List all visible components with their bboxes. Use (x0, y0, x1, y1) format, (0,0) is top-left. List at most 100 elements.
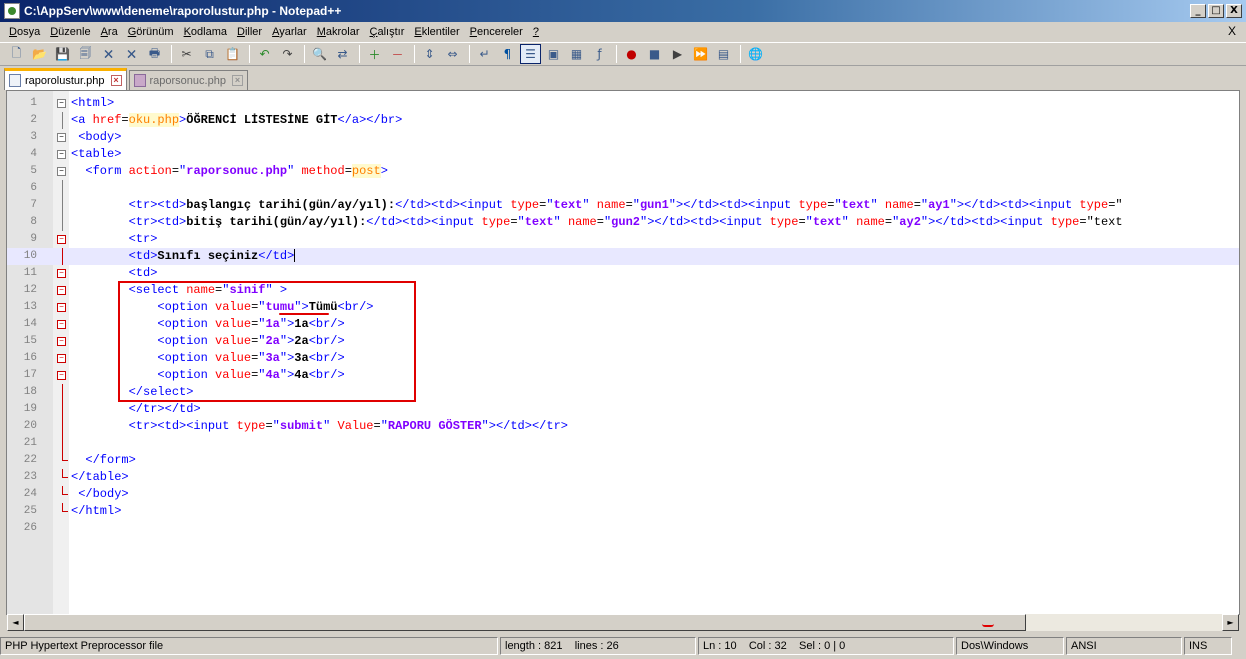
code-line[interactable]: 3 − <body> (7, 129, 1239, 146)
close-button[interactable]: X (1226, 4, 1242, 18)
fold-toggle-icon[interactable]: − (57, 354, 66, 363)
fold-toggle-icon[interactable]: − (57, 320, 66, 329)
replace-icon[interactable]: ⇄ (332, 44, 353, 64)
cut-icon[interactable]: ✂ (176, 44, 197, 64)
code-line[interactable]: 25 </html> (7, 503, 1239, 520)
fold-toggle-icon[interactable]: − (57, 371, 66, 380)
find-icon[interactable]: 🔍 (309, 44, 330, 64)
code-text[interactable]: <table> (71, 146, 121, 163)
code-line[interactable]: 16 − <option value="3a">3a<br/> (7, 350, 1239, 367)
code-line[interactable]: 4 − <table> (7, 146, 1239, 163)
record-macro-icon[interactable]: ● (621, 44, 642, 64)
menu-7[interactable]: Ayarlar (267, 23, 312, 41)
code-text[interactable]: </tr></td> (71, 401, 201, 418)
code-text[interactable]: </select> (71, 384, 194, 401)
menu-3[interactable]: Ara (96, 23, 123, 41)
scrollbar-thumb[interactable] (24, 614, 1026, 631)
tab-close-icon[interactable]: × (110, 75, 122, 86)
code-text[interactable]: <a href=oku.php>ÖĞRENCİ LİSTESİNE GİT</a… (71, 112, 402, 129)
user-defined-lang-icon[interactable]: ▣ (543, 44, 564, 64)
code-text[interactable]: <body> (71, 129, 121, 146)
code-text[interactable]: <option value="2a">2a<br/> (71, 333, 344, 350)
fold-toggle-icon[interactable]: − (57, 337, 66, 346)
menu-11[interactable]: Pencereler (465, 23, 528, 41)
print-icon[interactable]: 🖶 (144, 44, 165, 64)
launch-browser-icon[interactable]: 🌐 (745, 44, 766, 64)
code-line[interactable]: 7 <tr><td>başlangıç tarihi(gün/ay/yıl):<… (7, 197, 1239, 214)
code-text[interactable]: </form> (71, 452, 135, 469)
fold-toggle-icon[interactable]: − (57, 167, 66, 176)
code-text[interactable]: <option value="3a">3a<br/> (71, 350, 344, 367)
menu-5[interactable]: Kodlama (179, 23, 232, 41)
menu-6[interactable]: Diller (232, 23, 267, 41)
fold-toggle-icon[interactable]: − (57, 286, 66, 295)
undo-icon[interactable]: ↶ (254, 44, 275, 64)
code-text[interactable]: <select name="sinif" > (71, 282, 287, 299)
fold-toggle-icon[interactable]: − (57, 133, 66, 142)
menu-4[interactable]: Görünüm (123, 23, 179, 41)
code-line[interactable]: 12 − <select name="sinif" > (7, 282, 1239, 299)
doc-map-icon[interactable]: ▦ (566, 44, 587, 64)
code-text[interactable]: <td> (71, 265, 158, 282)
code-line[interactable]: 17 − <option value="4a">4a<br/> (7, 367, 1239, 384)
stop-macro-icon[interactable]: ■ (644, 44, 665, 64)
code-line[interactable]: 2 <a href=oku.php>ÖĞRENCİ LİSTESİNE GİT</… (7, 112, 1239, 129)
indent-guide-icon[interactable]: ☰ (520, 44, 541, 64)
play-macro-icon[interactable]: ▶ (667, 44, 688, 64)
code-text[interactable]: <option value="1a">1a<br/> (71, 316, 344, 333)
tab-raporolustur[interactable]: raporolustur.php × (4, 68, 127, 90)
copy-icon[interactable]: ⧉ (199, 44, 220, 64)
code-line[interactable]: 13− <option value="tumu">Tümü<br/> (7, 299, 1239, 316)
close-icon[interactable]: 🗙 (98, 44, 119, 64)
code-line[interactable]: 14 − <option value="1a">1a<br/> (7, 316, 1239, 333)
horizontal-scrollbar[interactable]: ◄ ► (7, 614, 1239, 631)
new-file-icon[interactable]: 🗋 (6, 44, 27, 64)
code-line[interactable]: 15 − <option value="2a">2a<br/> (7, 333, 1239, 350)
code-text[interactable]: <option value="4a">4a<br/> (71, 367, 344, 384)
menu-12[interactable]: ? (528, 23, 544, 41)
fold-toggle-icon[interactable]: − (57, 235, 66, 244)
maximize-button[interactable]: □ (1208, 4, 1224, 18)
menu-9[interactable]: Çalıştır (365, 23, 410, 41)
save-macro-icon[interactable]: ▤ (713, 44, 734, 64)
save-icon[interactable]: 💾 (52, 44, 73, 64)
code-line[interactable]: 20 <tr><td><input type="submit" Value="R… (7, 418, 1239, 435)
zoom-out-icon[interactable]: － (387, 44, 408, 64)
word-wrap-icon[interactable]: ↵ (474, 44, 495, 64)
code-line[interactable]: 21 (7, 435, 1239, 452)
code-text[interactable]: </table> (71, 469, 129, 486)
code-line[interactable]: 19 </tr></td> (7, 401, 1239, 418)
code-editor[interactable]: 1− <html> 2 <a href=oku.php>ÖĞRENCİ LİSTESİ… (6, 90, 1240, 615)
code-text[interactable]: <td>Sınıfı seçiniz</td> (71, 248, 296, 265)
fold-toggle-icon[interactable]: − (57, 150, 66, 159)
code-text[interactable]: <tr><td>başlangıç tarihi(gün/ay/yıl):</t… (71, 197, 1123, 214)
code-line[interactable]: 1 − <html> (7, 95, 1239, 112)
code-line[interactable]: 18 </select> (7, 384, 1239, 401)
sync-horizontal-icon[interactable]: ⇔ (442, 44, 463, 64)
code-line[interactable]: 11 − <td> (7, 265, 1239, 282)
menu-1[interactable]: Dosya (4, 23, 45, 41)
fold-toggle-icon[interactable]: − (57, 99, 66, 108)
code-line[interactable]: 26 (7, 520, 1239, 537)
code-text[interactable]: </body> (71, 486, 128, 503)
code-line[interactable]: 23 </table> (7, 469, 1239, 486)
menu-10[interactable]: Eklentiler (409, 23, 464, 41)
scrollbar-track[interactable] (24, 614, 1222, 631)
redo-icon[interactable]: ↷ (277, 44, 298, 64)
menu-2[interactable]: Düzenle (45, 23, 95, 41)
code-line[interactable]: 9 − <tr> (7, 231, 1239, 248)
code-line[interactable]: 5 − <form action="raporsonuc.php" method=… (7, 163, 1239, 180)
minimize-button[interactable]: _ (1190, 4, 1206, 18)
code-text[interactable]: <tr> (71, 231, 158, 248)
scroll-left-arrow-icon[interactable]: ◄ (7, 614, 24, 631)
tab-close-icon[interactable]: × (231, 75, 243, 86)
save-all-icon[interactable]: 🗐 (75, 44, 96, 64)
open-file-icon[interactable]: 📂 (29, 44, 50, 64)
code-line[interactable]: 22 </form> (7, 452, 1239, 469)
code-text[interactable]: <form action="raporsonuc.php" method=pos… (71, 163, 388, 180)
show-all-chars-icon[interactable]: ¶ (497, 44, 518, 64)
zoom-in-icon[interactable]: ＋ (364, 44, 385, 64)
close-document-button[interactable]: X (1228, 24, 1236, 38)
code-text[interactable]: <html> (71, 95, 114, 112)
code-text[interactable]: <tr><td><input type="submit" Value="RAPO… (71, 418, 568, 435)
